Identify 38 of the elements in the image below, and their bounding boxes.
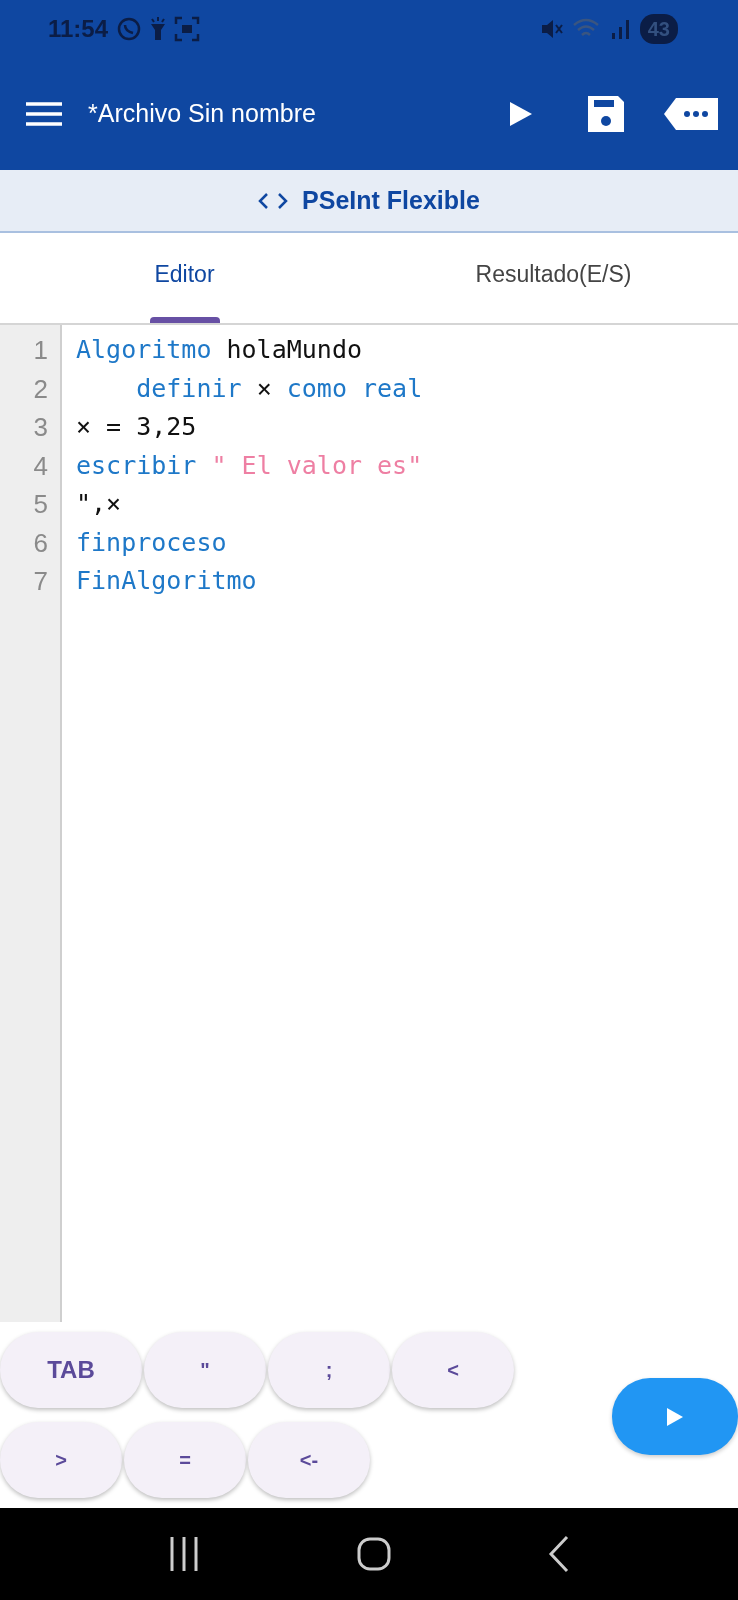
line-number: 1 (32, 334, 49, 367)
code-line: definir × como real (135, 372, 424, 405)
tab-indicator (149, 317, 220, 323)
key-button[interactable]: = (124, 1422, 246, 1498)
code-line: × = 3,25 (76, 411, 198, 443)
flashlight-icon (150, 16, 167, 42)
back-icon[interactable] (546, 1534, 571, 1574)
line-number: 6 (32, 526, 49, 560)
tab[interactable]: Editor (0, 233, 369, 323)
key-button[interactable]: < (392, 1332, 514, 1408)
code-line: Algoritmo holaMundo (76, 334, 363, 366)
code-line: escribir " El valor es" (76, 449, 424, 482)
battery-level: 43 (639, 14, 678, 44)
code-line: finproceso (76, 526, 228, 559)
key-button[interactable]: > (0, 1422, 122, 1498)
key-button[interactable]: <- (248, 1422, 370, 1498)
code-line: ",× (76, 488, 123, 520)
mode-label: PSeInt Flexible (302, 184, 480, 216)
file-title: *Archivo Sin nombre (88, 98, 317, 130)
clock-time: 11:54 (48, 14, 109, 44)
line-number: 2 (32, 372, 49, 406)
screenshot-icon (174, 16, 201, 42)
line-number: 3 (32, 411, 49, 444)
home-icon[interactable] (356, 1536, 392, 1572)
code-line: FinAlgoritmo (76, 565, 258, 597)
signal-icon (609, 17, 632, 41)
key-button[interactable]: ; (268, 1332, 390, 1408)
menu-icon[interactable] (26, 101, 62, 127)
tab[interactable]: Resultado(E/S) (369, 233, 738, 323)
mute-icon (539, 17, 564, 41)
line-number: 7 (32, 565, 49, 598)
chat-icon (116, 16, 143, 42)
key-button[interactable]: TAB (0, 1332, 142, 1408)
play-icon (665, 1405, 685, 1428)
run-button[interactable] (612, 1378, 738, 1455)
line-number: 5 (32, 488, 49, 521)
line-number: 4 (32, 449, 49, 483)
key-button[interactable]: " (144, 1332, 266, 1408)
